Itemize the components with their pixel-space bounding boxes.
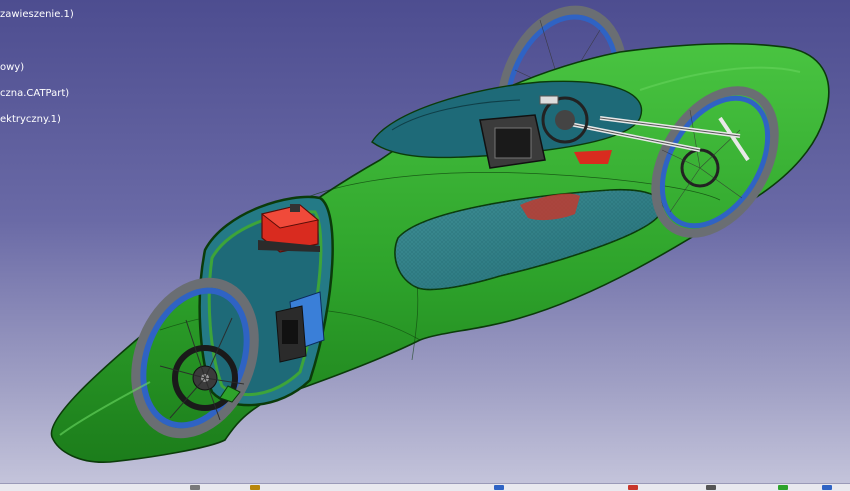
spec-tree-item-label: ektryczny.1) [0,114,61,125]
measure-icon[interactable] [494,485,504,490]
spec-tree-item-label: owy) [0,62,25,73]
spec-tree-item[interactable]: zawieszenie.1) [0,9,74,21]
spec-tree-item-label: czna.CATPart) [0,88,70,99]
spec-tree-item[interactable]: czna.CATPart) [0,88,69,100]
3d-viewport[interactable]: zawieszenie.1) owy) czna.CATPart) ektryc… [0,0,850,491]
catalog-icon[interactable] [706,485,716,490]
vehicle-3d-model[interactable] [0,0,850,490]
spec-tree-item[interactable]: owy) [0,62,24,74]
spec-tree-item-label: zawieszenie.1) [0,9,74,20]
part-icon[interactable] [250,485,260,490]
analysis-icon[interactable] [822,485,832,490]
sketch-icon[interactable] [190,485,200,490]
render-icon[interactable] [778,485,788,490]
steering-wheel [479,114,546,169]
spec-tree-item[interactable]: ektryczny.1) [0,114,61,126]
axis-icon[interactable] [628,485,638,490]
